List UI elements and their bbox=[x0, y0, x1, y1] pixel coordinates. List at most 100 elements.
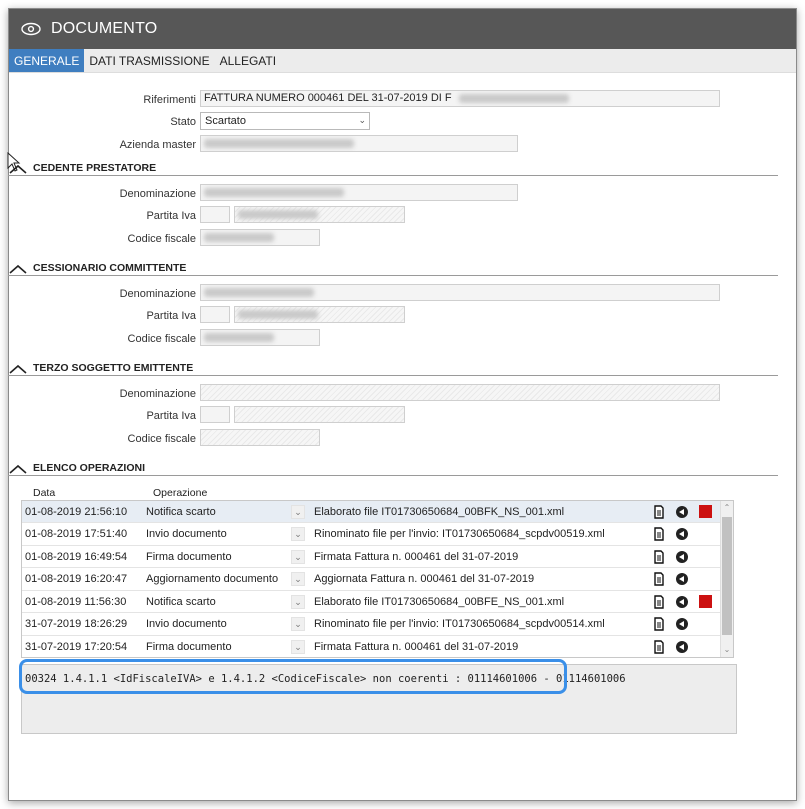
cedente-partita-iva-label: Partita Iva bbox=[146, 210, 196, 222]
row-date: 31-07-2019 18:26:29 bbox=[25, 618, 128, 630]
cessionario-paese-field[interactable] bbox=[200, 306, 230, 323]
terzo-codice-fiscale-field[interactable] bbox=[200, 429, 320, 446]
redacted-text bbox=[458, 93, 569, 103]
section-title: ELENCO OPERAZIONI bbox=[33, 462, 146, 474]
scroll-down-icon[interactable]: ⌄ bbox=[721, 643, 733, 657]
globe-send-icon[interactable] bbox=[675, 572, 689, 586]
cessionario-partita-iva-label: Partita Iva bbox=[146, 310, 196, 322]
globe-send-icon[interactable] bbox=[675, 550, 689, 564]
table-row[interactable]: 01-08-2019 17:51:40 Invio documento ⌄ Rinom… bbox=[22, 524, 722, 546]
chevron-down-icon[interactable]: ⌄ bbox=[291, 527, 305, 541]
col-header-data: Data bbox=[33, 487, 56, 499]
section-cessionario[interactable]: CESSIONARIO COMMITTENTE bbox=[8, 262, 778, 276]
document-icon[interactable] bbox=[652, 639, 666, 654]
chevron-down-icon[interactable]: ⌄ bbox=[291, 572, 305, 586]
section-cedente[interactable]: CEDENTE PRESTATORE bbox=[8, 162, 778, 176]
eye-icon bbox=[21, 22, 41, 36]
section-terzo[interactable]: TERZO SOGGETTO EMITTENTE bbox=[8, 362, 778, 376]
table-row[interactable]: 31-07-2019 17:20:54 Firma documento ⌄ Firma… bbox=[22, 636, 722, 657]
section-operazioni[interactable]: ELENCO OPERAZIONI bbox=[8, 462, 778, 476]
riferimenti-label: Riferimenti bbox=[143, 94, 196, 106]
row-date: 01-08-2019 11:56:30 bbox=[25, 595, 127, 608]
row-operation: Invio documento bbox=[146, 528, 227, 540]
terzo-codice-fiscale-label: Codice fiscale bbox=[127, 433, 196, 445]
table-row[interactable]: 01-08-2019 16:49:54 Firma documento ⌄ Firma… bbox=[22, 546, 722, 568]
chevron-down-icon[interactable]: ⌄ bbox=[291, 639, 305, 654]
row-description: Firmata Fattura n. 000461 del 31-07-2019 bbox=[314, 640, 519, 653]
row-description: Aggiornata Fattura n. 000461 del 31-07-2… bbox=[314, 573, 535, 585]
row-date: 01-08-2019 16:20:47 bbox=[25, 573, 128, 585]
row-description: Elaborato file IT01730650684_00BFE_NS_00… bbox=[314, 595, 565, 608]
cedente-codice-fiscale-field[interactable] bbox=[200, 229, 320, 246]
document-icon[interactable] bbox=[652, 549, 666, 564]
highlight-callout bbox=[19, 659, 567, 694]
col-header-operazione: Operazione bbox=[153, 487, 208, 499]
scrollbar-thumb[interactable] bbox=[722, 517, 732, 635]
error-flag-icon[interactable] bbox=[699, 505, 712, 518]
section-title: CEDENTE PRESTATORE bbox=[33, 162, 157, 174]
row-description: Elaborato file IT01730650684_00BFK_NS_00… bbox=[314, 505, 565, 518]
document-icon[interactable] bbox=[652, 572, 666, 586]
table-row[interactable]: 01-08-2019 21:56:10 Notifica scarto ⌄ Elabo… bbox=[22, 501, 722, 523]
section-title: CESSIONARIO COMMITTENTE bbox=[33, 262, 187, 274]
globe-send-icon[interactable] bbox=[675, 505, 689, 519]
document-icon[interactable] bbox=[652, 617, 666, 631]
tab-generale[interactable]: GENERALE bbox=[9, 49, 85, 72]
terzo-partita-iva-label: Partita Iva bbox=[146, 410, 196, 422]
stato-select[interactable]: Scartato ⌄ bbox=[200, 112, 370, 130]
section-title: TERZO SOGGETTO EMITTENTE bbox=[33, 362, 194, 374]
redacted-text bbox=[238, 209, 318, 219]
cessionario-partita-iva-field[interactable] bbox=[234, 306, 405, 323]
table-row[interactable]: 01-08-2019 11:56:30 Notifica scarto ⌄ Elabo… bbox=[22, 591, 722, 613]
table-row[interactable]: 01-08-2019 16:20:47 Aggiornamento documen… bbox=[22, 569, 722, 591]
grid-scrollbar[interactable]: ⌃ ⌄ bbox=[720, 501, 733, 657]
error-flag-icon[interactable] bbox=[699, 595, 712, 608]
terzo-partita-iva-field[interactable] bbox=[234, 406, 405, 423]
azienda-master-label: Azienda master bbox=[119, 139, 196, 151]
globe-send-icon[interactable] bbox=[675, 617, 689, 631]
chevron-down-icon[interactable]: ⌄ bbox=[291, 617, 305, 631]
cedente-partita-iva-field[interactable] bbox=[234, 206, 405, 223]
redacted-text bbox=[204, 332, 274, 342]
window-title: DOCUMENTO bbox=[51, 20, 158, 37]
cessionario-denominazione-field[interactable] bbox=[200, 284, 720, 301]
redacted-text bbox=[204, 187, 344, 197]
riferimenti-field[interactable]: FATTURA NUMERO 000461 DEL 31-07-2019 DI … bbox=[200, 90, 720, 107]
chevron-up-icon bbox=[9, 464, 27, 474]
terzo-paese-field[interactable] bbox=[200, 406, 230, 423]
globe-send-icon[interactable] bbox=[675, 527, 689, 541]
cessionario-denominazione-label: Denominazione bbox=[119, 288, 196, 300]
tab-dati-trasmissione[interactable]: DATI TRASMISSIONE bbox=[84, 49, 214, 72]
redacted-text bbox=[204, 138, 354, 148]
stato-label: Stato bbox=[170, 116, 196, 128]
titlebar: DOCUMENTO bbox=[9, 9, 796, 49]
row-operation: Notifica scarto bbox=[146, 505, 216, 518]
chevron-down-icon[interactable]: ⌄ bbox=[291, 504, 305, 519]
cedente-codice-fiscale-label: Codice fiscale bbox=[127, 233, 196, 245]
document-icon[interactable] bbox=[652, 527, 666, 541]
row-operation: Firma documento bbox=[146, 640, 232, 653]
riferimenti-value: FATTURA NUMERO 000461 DEL 31-07-2019 DI … bbox=[204, 92, 452, 104]
globe-send-icon[interactable] bbox=[675, 595, 689, 609]
chevron-down-icon[interactable]: ⌄ bbox=[291, 594, 305, 609]
row-description: Rinominato file per l'invio: IT017306506… bbox=[314, 528, 605, 540]
terzo-denominazione-field[interactable] bbox=[200, 384, 720, 401]
redacted-text bbox=[238, 309, 318, 319]
cedente-denominazione-field[interactable] bbox=[200, 184, 518, 201]
row-operation: Invio documento bbox=[146, 618, 227, 630]
tab-allegati[interactable]: ALLEGATI bbox=[215, 49, 281, 72]
chevron-down-icon: ⌄ bbox=[358, 115, 366, 125]
redacted-text bbox=[204, 232, 274, 242]
row-operation: Firma documento bbox=[146, 550, 232, 563]
chevron-down-icon[interactable]: ⌄ bbox=[291, 549, 305, 564]
cessionario-codice-fiscale-field[interactable] bbox=[200, 329, 320, 346]
chevron-up-icon bbox=[9, 164, 27, 174]
document-icon[interactable] bbox=[652, 594, 666, 609]
azienda-master-field[interactable] bbox=[200, 135, 518, 152]
scroll-up-icon[interactable]: ⌃ bbox=[721, 501, 733, 515]
table-row[interactable]: 31-07-2019 18:26:29 Invio documento ⌄ Rinom… bbox=[22, 614, 722, 636]
globe-send-icon[interactable] bbox=[675, 640, 689, 654]
redacted-text bbox=[204, 287, 314, 297]
document-icon[interactable] bbox=[652, 504, 666, 519]
cedente-paese-field[interactable] bbox=[200, 206, 230, 223]
